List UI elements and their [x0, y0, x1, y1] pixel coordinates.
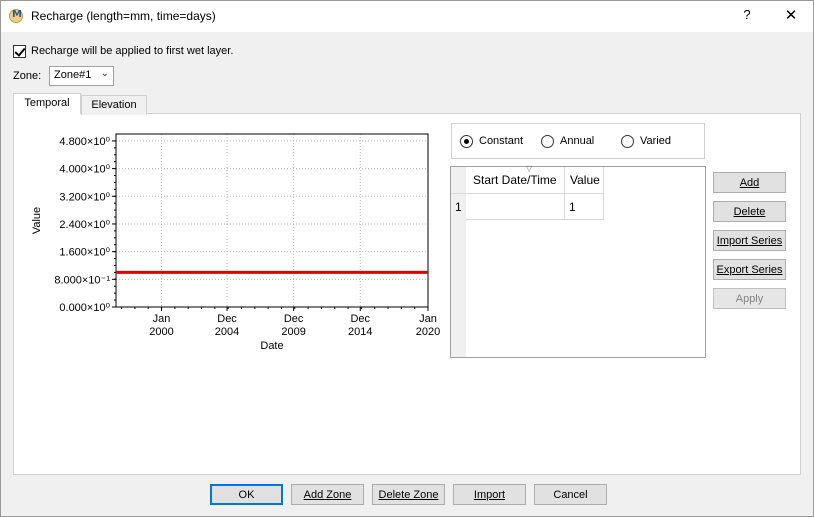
x-tick-label-month: Jan [153, 313, 171, 325]
x-tick-label-month: Dec [217, 313, 237, 325]
sort-indicator-icon: ▽ [526, 164, 533, 173]
x-tick-label-year: 2014 [348, 326, 372, 338]
column-header-value[interactable]: Value [565, 167, 604, 194]
add-button[interactable]: Add [713, 172, 786, 193]
import-button-label: Import [473, 489, 506, 501]
cancel-button[interactable]: Cancel [534, 484, 607, 505]
annual-radio[interactable] [541, 135, 554, 148]
delete-button[interactable]: Delete [713, 201, 786, 222]
x-tick-label-month: Dec [284, 313, 304, 325]
zone-dropdown[interactable]: Zone#1 ⌄ [49, 66, 114, 86]
row-header[interactable]: 1 [451, 194, 466, 220]
x-tick-label-year: 2009 [281, 326, 305, 338]
annual-radio-label: Annual [560, 135, 595, 147]
import-series-button[interactable]: Import Series [713, 230, 786, 251]
y-tick-label: 0.000×10⁰ [59, 302, 110, 314]
window-title: Recharge (length=mm, time=days) [31, 9, 216, 23]
constant-radio[interactable] [460, 135, 473, 148]
x-tick-label-month: Jan [419, 313, 437, 325]
recharge-table[interactable]: ▽ Start Date/Time Value 1 1 [450, 164, 706, 358]
ok-button[interactable]: OK [210, 484, 283, 505]
cell-start-date[interactable] [466, 194, 565, 220]
app-logo-icon [9, 9, 23, 23]
chevron-down-icon: ⌄ [100, 68, 109, 79]
recharge-chart: 0.000×10⁰ 8.000×10⁻¹ 1.600×10⁰ 2.400×10⁰ 3.2… [21, 131, 441, 359]
apply-first-wet-layer-checkbox[interactable] [13, 45, 26, 58]
x-axis-label: Date [260, 340, 283, 352]
add-button-label: Add [739, 177, 760, 189]
corner-header [451, 167, 466, 194]
add-zone-button-label: Add Zone [303, 489, 352, 501]
delete-button-label: Delete [733, 206, 766, 218]
x-tick-label-year: 2020 [416, 326, 440, 338]
import-button[interactable]: Import [453, 484, 526, 505]
zone-dropdown-value: Zone#1 [54, 69, 92, 81]
zone-label: Zone: [13, 70, 42, 82]
y-axis-label: Value [31, 207, 43, 234]
y-tick-label: 8.000×10⁻¹ [54, 274, 110, 286]
delete-zone-button[interactable]: Delete Zone [372, 484, 445, 505]
chart-svg: 0.000×10⁰ 8.000×10⁻¹ 1.600×10⁰ 2.400×10⁰ 3.2… [31, 133, 440, 352]
x-tick-label-year: 2004 [215, 326, 239, 338]
constant-radio-label: Constant [479, 135, 524, 147]
title-bar: Recharge (length=mm, time=days) ? ✕ [1, 1, 813, 32]
export-series-button[interactable]: Export Series [713, 259, 786, 280]
apply-button[interactable]: Apply [713, 288, 786, 309]
import-series-button-label: Import Series [716, 235, 783, 247]
plot-area [116, 134, 428, 307]
tab-temporal[interactable]: Temporal [13, 93, 81, 114]
close-button[interactable]: ✕ [781, 6, 801, 26]
varied-radio-label: Varied [640, 135, 671, 147]
add-zone-button[interactable]: Add Zone [291, 484, 364, 505]
y-tick-label: 1.600×10⁰ [59, 247, 110, 259]
help-button[interactable]: ? [737, 7, 757, 27]
recharge-dialog: Recharge (length=mm, time=days) ? ✕ Rech… [0, 0, 814, 517]
x-tick-label-month: Dec [350, 313, 370, 325]
export-series-button-label: Export Series [716, 264, 783, 276]
x-tick-label-year: 2000 [149, 326, 173, 338]
column-header-start-date-label: Start Date/Time [473, 173, 557, 187]
column-header-start-date[interactable]: ▽ Start Date/Time [466, 164, 565, 194]
y-tick-label: 4.800×10⁰ [59, 136, 110, 148]
tab-elevation[interactable]: Elevation [81, 95, 147, 115]
varied-radio[interactable] [621, 135, 634, 148]
y-tick-label: 3.200×10⁰ [59, 191, 110, 203]
apply-first-wet-layer-label: Recharge will be applied to first wet la… [31, 45, 234, 57]
y-tick-label: 2.400×10⁰ [59, 219, 110, 231]
delete-zone-button-label: Delete Zone [378, 489, 439, 501]
y-tick-label: 4.000×10⁰ [59, 164, 110, 176]
cell-value[interactable]: 1 [565, 194, 604, 220]
